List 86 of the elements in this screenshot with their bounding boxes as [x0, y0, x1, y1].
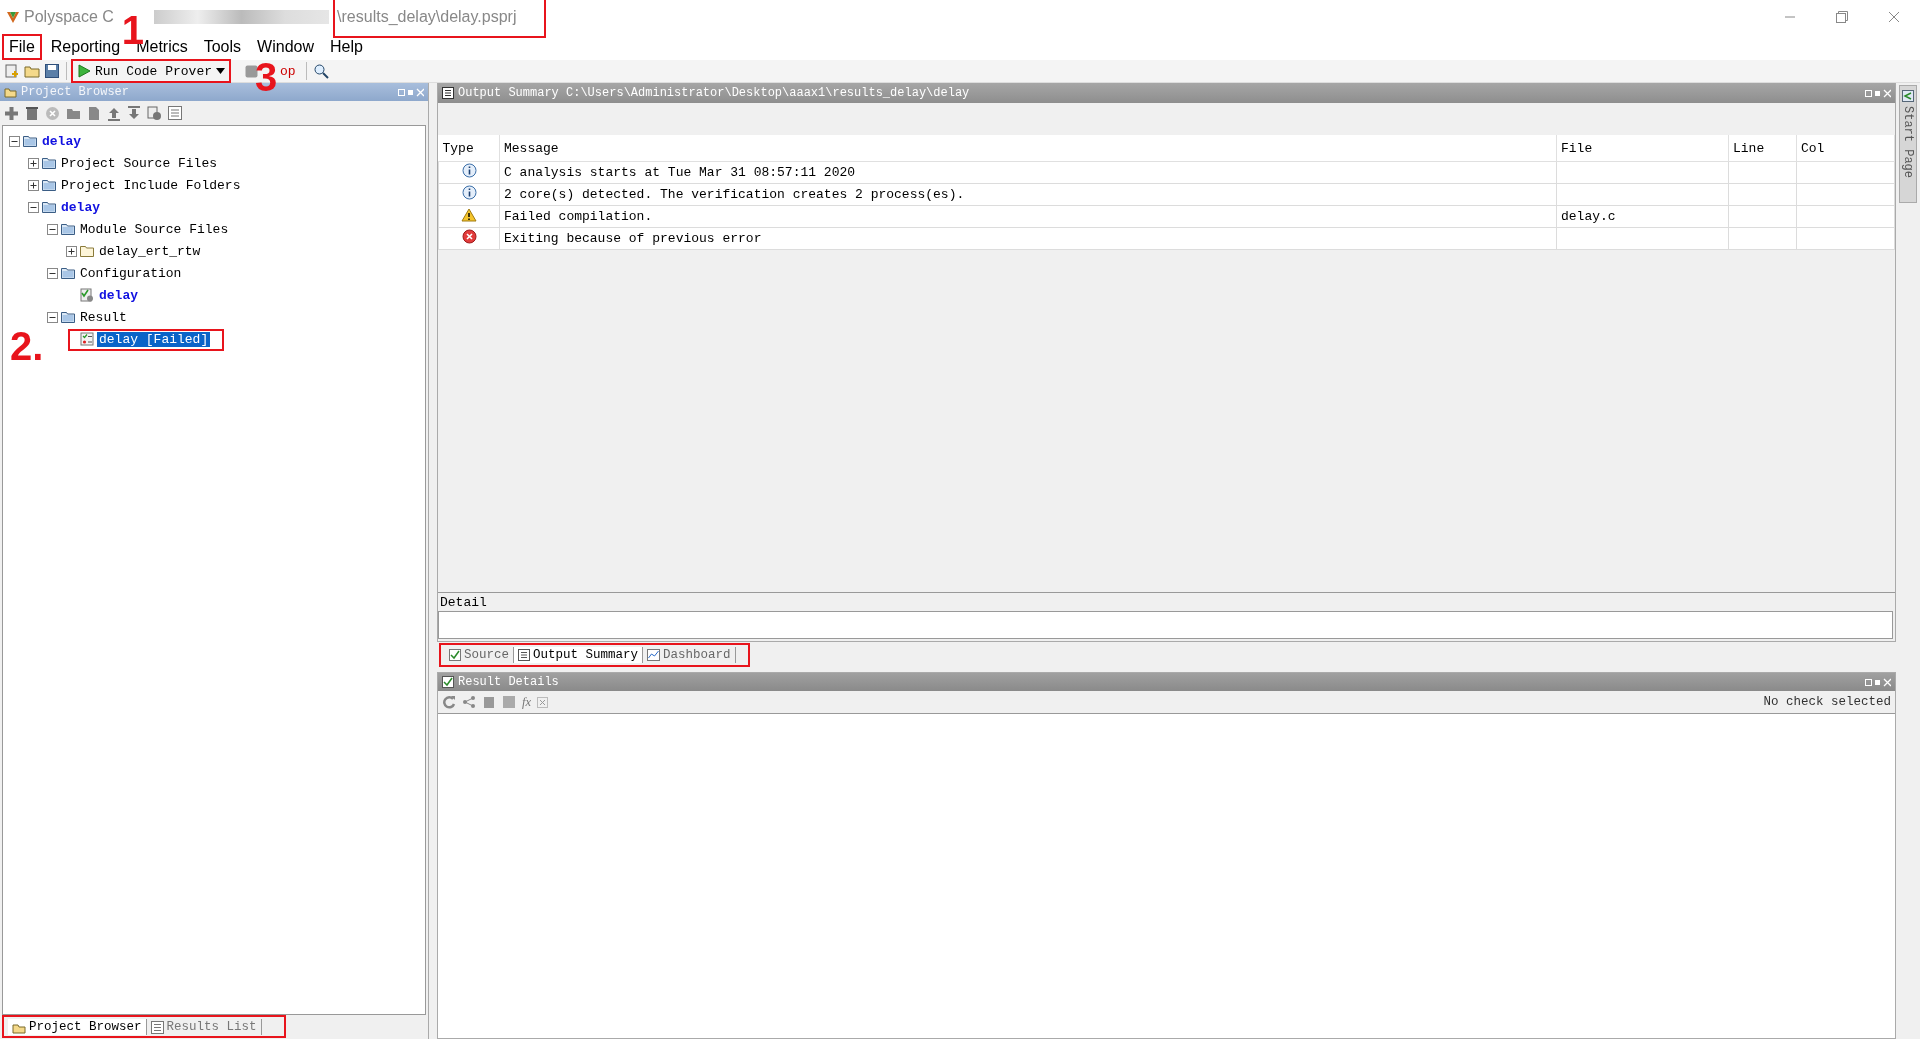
tree-item[interactable]: delay_ert_rtw — [97, 243, 203, 259]
folder-icon — [42, 179, 56, 191]
tree-item[interactable]: delay — [40, 133, 83, 149]
search-icon[interactable] — [312, 63, 329, 79]
list-icon — [150, 1020, 164, 1034]
panel-title: Result Details — [458, 675, 559, 689]
expand-toggle-icon[interactable] — [28, 157, 39, 169]
column-header[interactable]: Line — [1728, 135, 1797, 162]
table-cell: 2 core(s) detected. The verification creates 2 process(es). — [499, 183, 1557, 206]
tree-item[interactable]: Configuration — [78, 265, 184, 281]
checklist-icon — [80, 332, 94, 346]
chart-icon — [647, 649, 661, 661]
folder-icon — [80, 245, 94, 257]
caret-icon — [216, 68, 226, 74]
collapse-toggle-icon[interactable] — [28, 201, 39, 213]
plus-icon[interactable] — [4, 105, 19, 121]
status-text: No check selected — [1763, 695, 1891, 709]
table-cell: C analysis starts at Tue Mar 31 08:57:11 2020 — [499, 161, 1557, 184]
window-controls-icon[interactable] — [398, 87, 424, 97]
tree-item[interactable]: delay — [97, 287, 140, 303]
column-header[interactable]: Col — [1796, 135, 1895, 162]
table-cell: Exiting because of previous error — [499, 227, 1557, 250]
expand-toggle-icon[interactable] — [28, 179, 39, 191]
tree-item[interactable]: Result — [78, 309, 129, 325]
collapse-toggle-icon[interactable] — [47, 223, 58, 235]
menu-item[interactable]: Tools — [198, 36, 247, 58]
annotation-number: 2. — [10, 326, 44, 366]
tree-item[interactable]: delay — [59, 199, 102, 215]
column-header[interactable]: File — [1556, 135, 1729, 162]
start-page-icon — [1902, 90, 1914, 102]
function-button[interactable]: fx — [522, 694, 532, 710]
menu-item[interactable]: File — [4, 36, 40, 58]
folder-icon — [61, 267, 75, 279]
annotation-number: 3 — [255, 57, 278, 97]
list-icon[interactable] — [168, 106, 182, 120]
folder-icon — [61, 311, 75, 323]
side-tab[interactable]: Start Page — [1899, 85, 1917, 203]
menu-item[interactable]: Window — [252, 36, 319, 58]
config-icon — [80, 288, 94, 302]
folder-icon[interactable] — [66, 106, 81, 120]
upload-icon[interactable] — [107, 105, 121, 121]
column-header[interactable]: Type — [438, 135, 500, 162]
window-controls-icon[interactable] — [1865, 88, 1891, 98]
column-header[interactable]: Message — [499, 135, 1557, 162]
restore-icon[interactable] — [1836, 11, 1848, 23]
panel-title: Project Browser — [21, 85, 130, 99]
stop-icon[interactable] — [502, 695, 516, 709]
collapse-toggle-icon[interactable] — [47, 311, 58, 323]
view-tab[interactable]: Dashboard — [643, 647, 736, 663]
expand-toggle-icon[interactable] — [66, 245, 77, 257]
folder-icon — [4, 86, 17, 98]
view-tab[interactable]: Output Summary — [514, 647, 644, 663]
download-icon[interactable] — [127, 105, 141, 121]
share-icon[interactable] — [462, 695, 476, 709]
new-project-icon[interactable] — [4, 63, 20, 79]
tree-item[interactable]: Module Source Files — [78, 221, 231, 237]
tree-item[interactable]: Project Source Files — [59, 155, 220, 171]
collapse-toggle-icon[interactable] — [9, 135, 20, 147]
folder-icon — [23, 135, 37, 147]
close-icon[interactable] — [1888, 11, 1900, 23]
checkmark-icon — [442, 676, 454, 688]
window-controls-icon[interactable] — [1865, 677, 1891, 687]
trash-icon[interactable] — [25, 105, 39, 121]
tree-item[interactable]: delay [Failed] — [97, 331, 211, 347]
table-cell: delay.c — [1556, 205, 1729, 228]
close-icon[interactable] — [537, 696, 549, 708]
folder-icon — [61, 223, 75, 235]
view-tab[interactable]: Source — [445, 647, 514, 663]
tree-item[interactable]: Project Include Folders — [59, 177, 243, 193]
folder-icon — [42, 157, 56, 169]
detail-label: Detail — [440, 594, 487, 610]
table-cell: Failed compilation. — [499, 205, 1557, 228]
panel-title: Output Summary C:\Users\Administrator\Desktop\aaax1\results_delay\delay — [458, 86, 970, 100]
refresh-icon[interactable] — [442, 695, 456, 709]
panel-tab[interactable]: Project Browser — [8, 1019, 147, 1035]
collapse-toggle-icon[interactable] — [47, 267, 58, 279]
menu-item[interactable]: Help — [325, 36, 368, 58]
play-icon — [77, 64, 91, 78]
checkmark-icon — [449, 649, 461, 661]
save-icon[interactable] — [44, 63, 60, 79]
folder-icon — [42, 201, 56, 213]
panel-tab[interactable]: Results List — [146, 1019, 262, 1035]
settings-icon[interactable] — [147, 105, 162, 121]
window-title: Polyspace C — [24, 8, 114, 26]
window-title: \results_delay\delay.psprj — [337, 8, 517, 26]
app-logo-icon — [6, 10, 20, 24]
